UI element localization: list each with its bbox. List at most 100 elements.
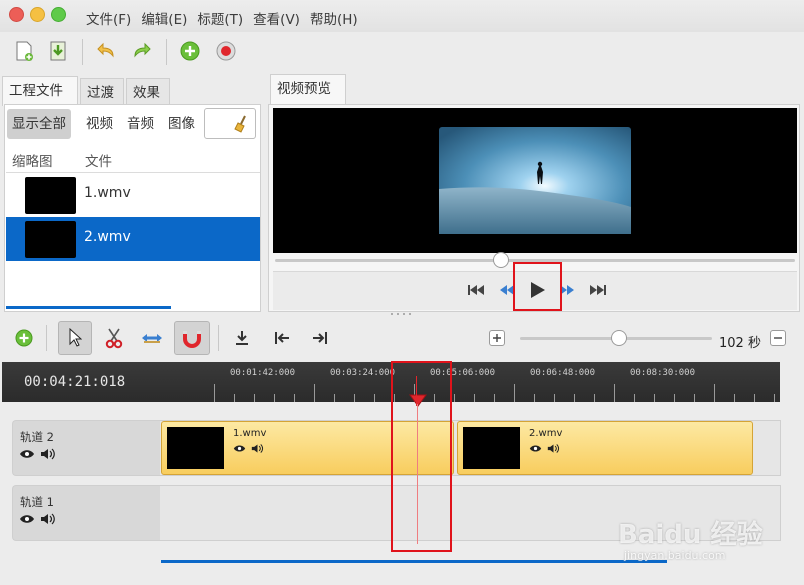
speaker-icon	[547, 444, 560, 453]
jump-previous-icon	[275, 332, 289, 344]
maximize-window-button[interactable]	[51, 7, 66, 22]
zoom-slider-handle[interactable]	[611, 330, 627, 346]
file-row-selected[interactable]: 2.wmv	[6, 217, 260, 261]
tab-video-preview[interactable]: 视频预览	[270, 74, 346, 104]
ruler-tick	[374, 394, 375, 402]
snapping-toggle-button[interactable]	[174, 321, 210, 355]
ruler-tick	[454, 394, 455, 402]
filter-image[interactable]: 图像	[163, 109, 200, 139]
select-tool-button[interactable]	[58, 321, 92, 355]
grip-dots-icon	[391, 313, 411, 315]
menu-bar: 文件(F) 编辑(E) 标题(T) 查看(V) 帮助(H)	[86, 8, 358, 28]
preview-seek-handle[interactable]	[493, 252, 509, 268]
ruler-tick	[674, 394, 675, 402]
timeline-scrollbar[interactable]	[161, 560, 667, 563]
toolbar-separator	[82, 39, 83, 65]
clear-broom-icon[interactable]	[233, 115, 249, 133]
scissors-icon	[105, 328, 123, 349]
eye-icon	[529, 445, 542, 452]
timeline-clip[interactable]: 2.wmv	[457, 421, 753, 475]
redo-button[interactable]	[128, 37, 156, 65]
eye-icon[interactable]	[19, 449, 35, 459]
previous-marker-button[interactable]	[268, 324, 296, 352]
ruler-tick	[754, 394, 755, 402]
new-project-button[interactable]	[10, 37, 38, 65]
filter-show-all[interactable]: 显示全部	[7, 109, 71, 139]
menu-view[interactable]: 查看(V)	[253, 8, 300, 28]
title-bar: 文件(F) 编辑(E) 标题(T) 查看(V) 帮助(H)	[0, 0, 804, 32]
ruler-tick	[714, 384, 715, 402]
current-timecode: 00:04:21:018	[24, 374, 126, 390]
video-frame-image	[439, 127, 631, 234]
watermark-logo: Baidu 经验	[618, 520, 763, 550]
ruler-tick	[534, 394, 535, 402]
clip-name: 2.wmv	[529, 428, 563, 439]
eye-icon[interactable]	[19, 514, 35, 524]
menu-file[interactable]: 文件(F)	[86, 8, 131, 28]
next-marker-button[interactable]	[306, 324, 334, 352]
filter-search-input[interactable]	[204, 108, 256, 139]
jump-to-end-icon[interactable]	[589, 283, 607, 297]
ruler-tick	[614, 384, 615, 402]
undo-button[interactable]	[92, 37, 120, 65]
project-files-panel: 显示全部 视频 音频 图像 缩略图 文件 1.wmv 2.wmv	[4, 104, 261, 312]
menu-help[interactable]: 帮助(H)	[310, 8, 358, 28]
horizontal-scrollbar[interactable]	[6, 306, 171, 309]
minimize-window-button[interactable]	[30, 7, 45, 22]
tab-project-files[interactable]: 工程文件	[2, 76, 78, 106]
zoom-out-button[interactable]	[770, 330, 786, 346]
file-name: 2.wmv	[84, 229, 131, 245]
record-icon	[216, 41, 236, 61]
menu-edit[interactable]: 编辑(E)	[141, 8, 187, 28]
speaker-icon	[251, 444, 264, 453]
filter-audio[interactable]: 音频	[122, 109, 159, 139]
ruler-tick	[694, 394, 695, 402]
redo-icon	[134, 42, 151, 58]
add-marker-button[interactable]	[228, 324, 256, 352]
track-name: 轨道 1	[20, 495, 54, 509]
toolbar-separator	[46, 325, 47, 351]
column-thumbnail: 缩略图	[12, 154, 53, 170]
add-track-button[interactable]	[10, 324, 38, 352]
jump-to-start-icon[interactable]	[467, 283, 485, 297]
ruler-tick	[774, 394, 775, 402]
file-name: 1.wmv	[84, 185, 131, 201]
ruler-tick	[514, 384, 515, 402]
speaker-icon[interactable]	[40, 513, 56, 525]
ruler-tick	[354, 394, 355, 402]
ruler-label: 00:01:42:000	[230, 368, 296, 378]
close-window-button[interactable]	[9, 7, 24, 22]
ruler-tick	[214, 384, 215, 402]
ruler-tick	[554, 394, 555, 402]
ruler-tick	[734, 394, 735, 402]
tab-effects[interactable]: 效果	[126, 78, 170, 106]
ruler-tick	[574, 394, 575, 402]
ruler-tick	[294, 394, 295, 402]
column-file: 文件	[85, 154, 112, 170]
file-row[interactable]: 1.wmv	[6, 173, 260, 217]
main-toolbar	[0, 32, 804, 72]
speaker-icon[interactable]	[40, 448, 56, 460]
ruler-tick	[234, 394, 235, 402]
track-header[interactable]: 轨道 2	[12, 420, 160, 476]
ruler-tick	[594, 394, 595, 402]
file-thumbnail	[25, 221, 76, 258]
video-screen	[273, 108, 797, 253]
splitter-handle[interactable]	[388, 312, 416, 316]
zoom-in-button[interactable]	[489, 330, 505, 346]
track-header[interactable]: 轨道 1	[12, 485, 160, 541]
track-name: 轨道 2	[20, 430, 54, 444]
toolbar-separator	[166, 39, 167, 65]
export-video-button[interactable]	[212, 37, 240, 65]
snap-ends-tool-button[interactable]	[138, 324, 166, 352]
horizontal-arrows-icon	[142, 334, 162, 343]
magnet-icon	[183, 331, 201, 348]
open-project-button[interactable]	[44, 37, 72, 65]
razor-tool-button[interactable]	[100, 324, 128, 352]
import-files-button[interactable]	[176, 37, 204, 65]
ruler-label: 00:03:24:000	[330, 368, 396, 378]
filter-video[interactable]: 视频	[81, 109, 118, 139]
menu-title[interactable]: 标题(T)	[197, 8, 243, 28]
tab-transitions[interactable]: 过渡	[80, 78, 124, 106]
ruler-label: 00:08:30:000	[630, 368, 696, 378]
